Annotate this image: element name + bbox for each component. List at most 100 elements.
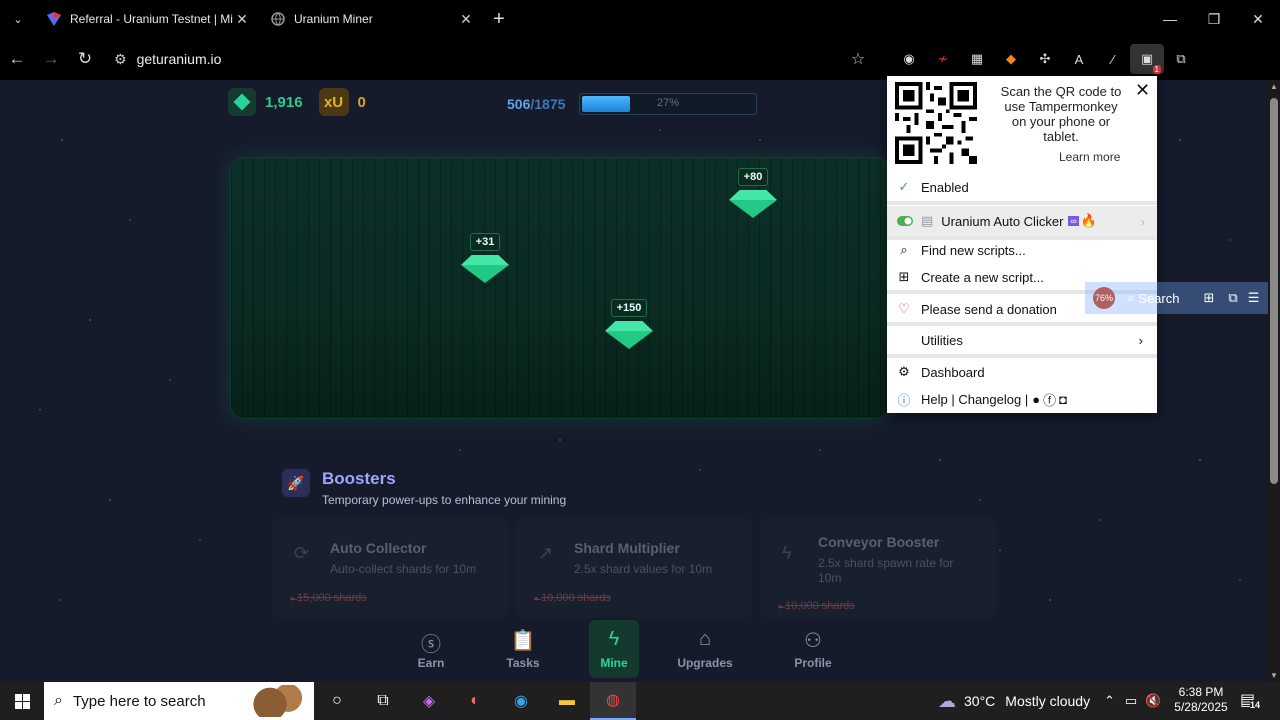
gear-icon: ⚙ — [898, 364, 910, 379]
start-button[interactable] — [0, 682, 44, 720]
floating-search-label[interactable]: Search — [1138, 291, 1179, 306]
copy-icon[interactable]: ⧉ — [1228, 290, 1237, 306]
uranium-favicon-icon — [47, 12, 61, 26]
boosters-title: Boosters — [322, 469, 396, 488]
floating-toolbar[interactable]: 76% ⌕ Search ⊞ ⧉ ☰ — [1085, 282, 1268, 314]
taskbar-search[interactable]: ⌕ Type here to search — [44, 682, 314, 720]
add-box-icon: ⊞ — [898, 269, 910, 284]
site-settings-icon[interactable]: ⚙ — [114, 51, 127, 68]
weather-desc: Mostly cloudy — [1005, 693, 1091, 709]
notification-icon[interactable]: ▤ 14 — [1240, 690, 1261, 710]
nav-label: Earn — [417, 656, 445, 670]
address-bar: ← → ↻ ⚙ geturanium.io ☆ ◉ ≁ ▦ ◆ ✣ A ⁄ ▣ 1… — [0, 38, 1280, 108]
scrollbar-thumb[interactable] — [1270, 98, 1278, 484]
extension-1-icon[interactable]: ◉ — [892, 44, 926, 74]
booster-desc: Auto-collect shards for 10m — [330, 562, 477, 576]
donation-label: Please send a donation — [921, 301, 1057, 317]
system-tray: ⌃ ▭ 🔇 — [1104, 682, 1161, 720]
tab-uranium-miner[interactable]: Uranium Miner ✕ — [260, 0, 484, 38]
dashboard-item[interactable]: ⚙ Dashboard — [887, 358, 1157, 386]
file-explorer-icon[interactable]: ▬ — [544, 682, 590, 720]
copilot-icon[interactable]: ◈ — [406, 682, 452, 720]
shard-gem-icon — [729, 190, 777, 216]
forward-icon[interactable]: → — [34, 42, 68, 76]
shard-gem-icon — [461, 255, 509, 281]
grid-icon[interactable]: ⊞ — [1203, 290, 1214, 306]
nav-earn[interactable]: ⓢ Earn — [405, 620, 457, 678]
nav-profile[interactable]: ⚇ Profile — [761, 620, 865, 678]
extension-5-icon[interactable]: ✣ — [1028, 44, 1062, 74]
maximize-icon[interactable]: ❐ — [1192, 0, 1236, 38]
booster-card-shard-multiplier[interactable]: ↗ Shard Multiplier 2.5x shard values for… — [516, 518, 752, 618]
search-icon: ⌕ — [1127, 290, 1135, 305]
chrome-icon[interactable]: ◍ — [590, 682, 636, 720]
script-toggle-icon[interactable] — [897, 214, 913, 229]
github-icon[interactable]: ● — [1032, 392, 1040, 407]
close-tab-icon[interactable]: ✕ — [458, 11, 474, 28]
find-scripts-item[interactable]: ⌕ Find new scripts... — [887, 236, 1157, 264]
nav-upgrades[interactable]: ⌂ Upgrades — [649, 620, 761, 678]
extensions-puzzle-icon[interactable]: ⧉ — [1164, 44, 1198, 74]
booster-cards: ⟳ Auto Collector Auto-collect shards for… — [272, 518, 1004, 618]
check-icon: ✓ — [898, 179, 910, 194]
app-icon[interactable]: ◐ — [452, 682, 498, 720]
shard-drop[interactable]: +80 — [729, 168, 777, 216]
refresh-icon: ⟳ — [294, 543, 310, 563]
tampermonkey-icon[interactable]: ▣ 1 — [1130, 44, 1164, 74]
facebook-icon[interactable]: ⓕ — [1043, 390, 1056, 409]
infinity-emoji-icon: ∞ — [1068, 216, 1079, 226]
weather-widget[interactable]: ☁ 30°C Mostly cloudy — [938, 682, 1090, 720]
tab-search-button[interactable]: ⌄ — [0, 0, 36, 38]
back-icon[interactable]: ← — [0, 42, 34, 76]
script-item[interactable]: ▤ Uranium Auto Clicker ∞ 🔥 › — [887, 206, 1157, 236]
system-clock[interactable]: 6:38 PM 5/28/2025 — [1172, 685, 1230, 715]
xu-count: 0 — [357, 93, 366, 111]
close-window-icon[interactable]: ✕ — [1236, 0, 1280, 38]
utilities-item[interactable]: Utilities › — [887, 326, 1157, 354]
scroll-up-icon[interactable]: ▲ — [1270, 82, 1278, 91]
booster-card-auto-collector[interactable]: ⟳ Auto Collector Auto-collect shards for… — [272, 518, 508, 618]
extension-3-icon[interactable]: ▦ — [960, 44, 994, 74]
booster-title: Auto Collector — [330, 540, 427, 556]
new-tab-button[interactable]: + — [484, 0, 514, 38]
shard-drop[interactable]: +31 — [461, 233, 509, 281]
close-popup-icon[interactable]: ✕ — [1135, 80, 1150, 101]
enabled-toggle[interactable]: ✓ Enabled — [887, 173, 1157, 201]
create-script-label: Create a new script... — [921, 269, 1044, 285]
booster-card-conveyor-booster[interactable]: ϟ Conveyor Booster 2.5x shard spawn rate… — [760, 518, 996, 618]
page-scrollbar[interactable]: ▲ ▼ — [1268, 80, 1280, 682]
learn-more-link[interactable]: Learn more — [1059, 150, 1120, 164]
tab-referral[interactable]: Referral - Uranium Testnet | Mi ✕ — [36, 0, 260, 38]
metamask-icon[interactable]: ◆ — [994, 44, 1028, 74]
chevron-up-icon[interactable]: ⌃ — [1104, 693, 1115, 709]
progress-count: 506/1875 — [507, 96, 565, 112]
volume-mute-icon[interactable]: 🔇 — [1145, 693, 1161, 709]
chevron-right-icon: › — [1138, 332, 1143, 348]
menu-icon[interactable]: ☰ — [1248, 290, 1260, 306]
nav-tasks[interactable]: 📋 Tasks — [457, 620, 589, 678]
scroll-down-icon[interactable]: ▼ — [1270, 671, 1278, 680]
bottom-nav: ⓢ Earn 📋 Tasks ϟ Mine ⌂ Upgrades ⚇ Profile — [405, 620, 865, 678]
booster-title: Shard Multiplier — [574, 540, 680, 556]
omnibox[interactable]: ⚙ geturanium.io — [106, 42, 836, 76]
task-view-icon[interactable]: ⧉ — [360, 682, 406, 720]
stats-bar: 1,916 xU 0 — [228, 88, 366, 116]
instagram-icon[interactable]: ◘ — [1059, 392, 1067, 407]
booster-price: 15,000 shards — [290, 592, 367, 604]
shard-drop[interactable]: +150 — [605, 299, 653, 347]
extension-2-icon[interactable]: ≁ — [926, 44, 960, 74]
minimize-icon[interactable]: — — [1148, 0, 1192, 38]
extension-6-icon[interactable]: A — [1062, 44, 1096, 74]
close-tab-icon[interactable]: ✕ — [234, 11, 250, 28]
url-text[interactable]: geturanium.io — [137, 51, 222, 67]
help-item[interactable]: ⓘ Help | Changelog | ● ⓕ ◘ — [887, 385, 1157, 413]
cortana-icon[interactable]: ○ — [314, 682, 360, 720]
bookmark-star-icon[interactable]: ☆ — [846, 42, 870, 76]
edge-icon[interactable]: ◉ — [498, 682, 544, 720]
nav-mine[interactable]: ϟ Mine — [589, 620, 639, 678]
tab-title: Uranium Miner — [294, 12, 373, 26]
mining-conveyor[interactable]: +80 +31 +150 — [230, 157, 890, 419]
network-icon[interactable]: ▭ — [1125, 693, 1137, 709]
extension-7-icon[interactable]: ⁄ — [1096, 44, 1130, 74]
reload-icon[interactable]: ↻ — [68, 42, 102, 76]
